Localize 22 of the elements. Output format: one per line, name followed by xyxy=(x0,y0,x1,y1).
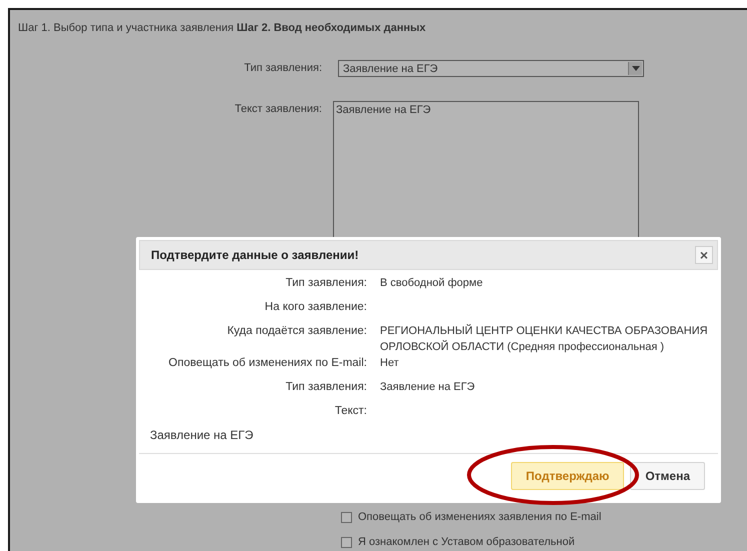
confirm-button[interactable]: Подтверждаю xyxy=(510,462,624,490)
field-value: РЕГИОНАЛЬНЫЙ ЦЕНТР ОЦЕНКИ КАЧЕСТВА ОБРАЗОВАНИЯ ОРЛОВСКОЙ ОБЛАСТИ (Средняя профессиональная ) xyxy=(380,323,709,355)
close-button[interactable]: × xyxy=(695,246,713,264)
field-value: Заявление на ЕГЭ xyxy=(380,380,476,395)
type-select[interactable]: Заявление на ЕГЭ xyxy=(338,60,644,77)
checkbox-label: Я ознакомлен с Уставом образовательной xyxy=(358,536,575,548)
field-value: В свободной форме xyxy=(380,276,484,291)
field-value: Нет xyxy=(380,356,400,371)
checkbox[interactable] xyxy=(341,512,352,522)
statement-text: Заявление на ЕГЭ xyxy=(149,427,254,443)
field-label: Тип заявления: xyxy=(284,380,367,395)
checkbox-label: Оповещать об изменениях заявления по E-mail xyxy=(358,511,602,523)
field-label: Текст: xyxy=(334,404,367,419)
cancel-button[interactable]: Отмена xyxy=(630,462,705,490)
field-label: Тип заявления: xyxy=(284,276,367,291)
checkbox[interactable] xyxy=(341,536,352,548)
field-label: На кого заявление: xyxy=(264,300,367,315)
step-heading: Шаг 1. Выбор типа и участника заявления Шаг 2. Ввод необходимых данных xyxy=(18,22,427,34)
field-label: Оповещать об изменениях по E-mail: xyxy=(168,356,367,371)
field-label: Куда подаётся заявление: xyxy=(226,324,367,339)
field-label: Текст заявления: xyxy=(234,102,323,115)
field-label: Тип заявления: xyxy=(243,61,323,74)
